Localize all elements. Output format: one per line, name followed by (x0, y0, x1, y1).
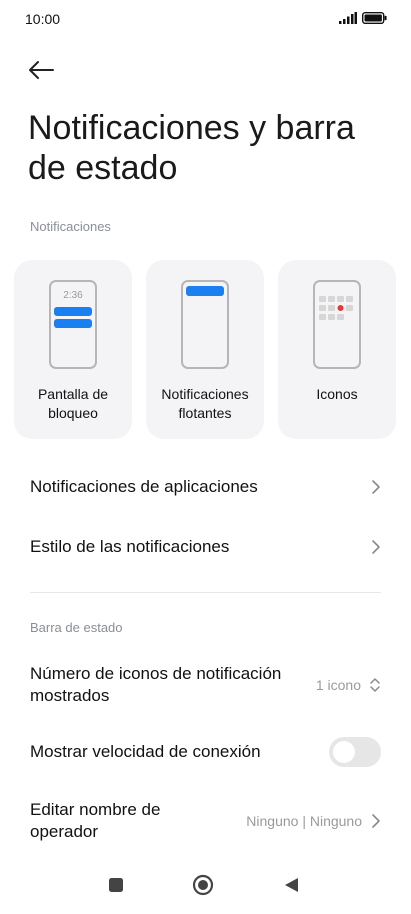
system-navigation-bar (0, 858, 411, 914)
preview-notification-bar (186, 286, 224, 296)
row-notification-style[interactable]: Estilo de las notificaciones (30, 532, 381, 562)
recents-icon (109, 878, 123, 892)
page-title: Notificaciones y barra de estado (28, 109, 355, 187)
card-icons[interactable]: Iconos (278, 260, 396, 439)
status-time: 10:00 (25, 11, 61, 27)
card-label: Pantalla de bloqueo (37, 386, 109, 421)
connection-speed-toggle[interactable] (329, 737, 381, 767)
chevron-right-icon (372, 480, 380, 494)
status-bar: 10:00 (0, 0, 411, 40)
icon-grid-icon (319, 296, 353, 320)
signal-icon (339, 12, 357, 24)
card-lock-screen[interactable]: 2:36 Pantalla de bloqueo (14, 260, 132, 439)
section-divider (30, 592, 381, 593)
icons-preview (313, 280, 361, 369)
chevron-right-icon (372, 540, 380, 554)
row-app-notifications[interactable]: Notificaciones de aplicaciones (30, 472, 381, 502)
home-icon (192, 874, 214, 896)
home-button[interactable] (192, 874, 214, 901)
chevron-right-icon (372, 814, 380, 828)
preview-notification-bar (54, 319, 92, 328)
back-nav-button[interactable] (283, 876, 299, 899)
card-label: Notificaciones flotantes (161, 386, 249, 421)
floating-preview (181, 280, 229, 369)
back-button[interactable] (28, 56, 60, 84)
row-label: Editar nombre de operador (30, 800, 161, 841)
row-label: Número de iconos de notificación mostrad… (30, 664, 282, 705)
icon-count-value: 1 icono (315, 677, 361, 693)
lock-screen-preview: 2:36 (49, 280, 97, 369)
preview-notification-bar (54, 307, 92, 316)
section-label-notifications: Notificaciones (30, 219, 111, 234)
row-label: Notificaciones de aplicaciones (30, 477, 258, 496)
row-label: Estilo de las notificaciones (30, 537, 230, 556)
row-carrier-name[interactable]: Editar nombre de operador Ninguno | Ning… (30, 798, 381, 844)
preview-time: 2:36 (63, 290, 83, 301)
row-notification-icon-count[interactable]: Número de iconos de notificación mostrad… (30, 660, 381, 710)
card-label: Iconos (316, 386, 358, 402)
card-floating-notifications[interactable]: Notificaciones flotantes (146, 260, 264, 439)
row-connection-speed: Mostrar velocidad de conexión (30, 737, 381, 767)
chevron-up-down-icon (370, 678, 380, 692)
battery-icon (362, 12, 387, 24)
section-label-status-bar: Barra de estado (30, 620, 123, 635)
notification-style-cards: 2:36 Pantalla de bloqueo Notificaciones … (14, 260, 396, 439)
arrow-left-icon (29, 61, 54, 79)
carrier-name-value: Ninguno | Ninguno (246, 813, 362, 829)
back-triangle-icon (285, 878, 298, 892)
toggle-knob (333, 741, 355, 763)
status-icons (339, 12, 387, 24)
recents-button[interactable] (107, 876, 125, 899)
